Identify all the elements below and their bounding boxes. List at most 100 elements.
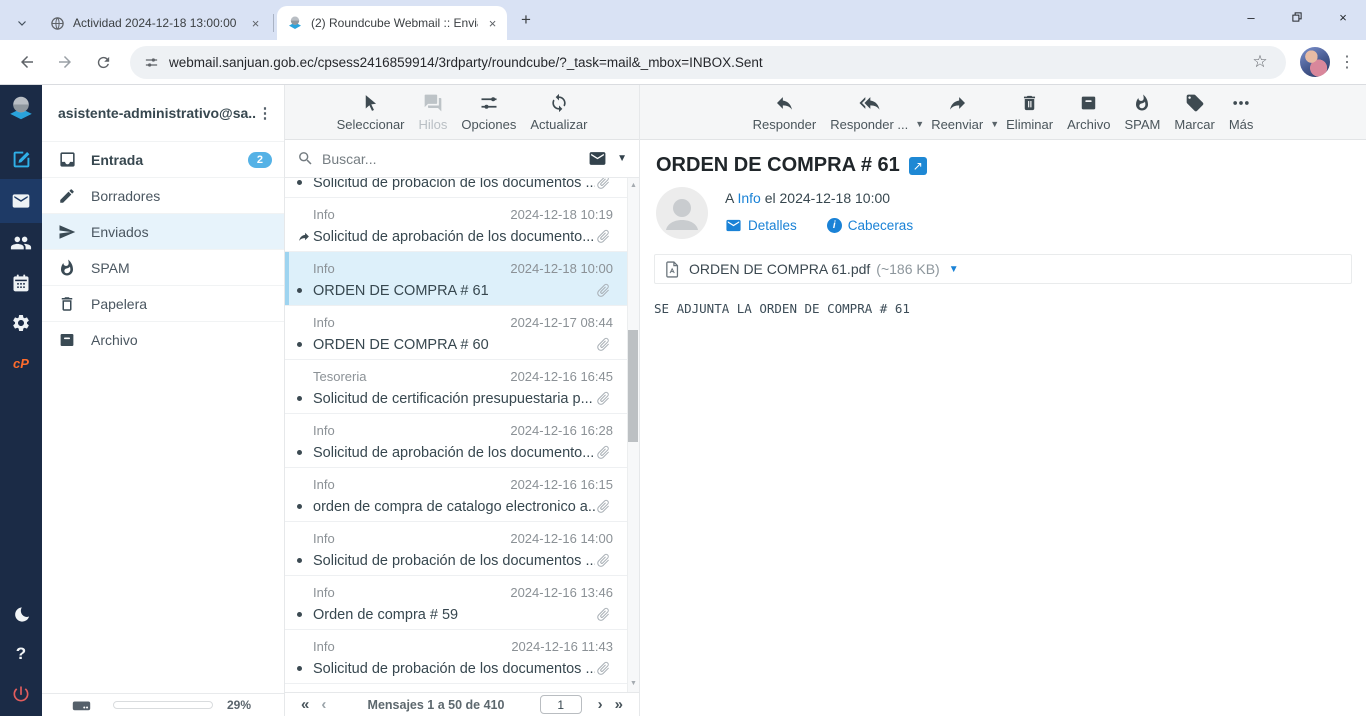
sidebar-item-enviados[interactable]: Enviados: [42, 213, 284, 249]
mark-button[interactable]: Marcar: [1167, 93, 1221, 132]
first-page-button[interactable]: «: [295, 697, 315, 712]
logout-button[interactable]: [0, 674, 42, 714]
address-bar[interactable]: webmail.sanjuan.gob.ec/cpsess2416859914/…: [130, 46, 1286, 79]
read-status-dot-icon: [297, 180, 302, 185]
list-scrollbar[interactable]: ▲ ▼: [627, 178, 639, 692]
cpanel-logo[interactable]: cP: [0, 343, 42, 383]
page-number-input[interactable]: [540, 695, 582, 714]
attachment-menu-caret-icon[interactable]: ▼: [949, 264, 959, 275]
message-list-item[interactable]: Info 2024-12-16 16:28 Solicitud de aprob…: [285, 414, 627, 468]
window-close-button[interactable]: ×: [1320, 0, 1366, 34]
message-list-item[interactable]: Info 2024-12-17 08:44 ORDEN DE COMPRA # …: [285, 306, 627, 360]
browser-menu-icon[interactable]: ⋮: [1336, 52, 1358, 72]
mail-icon: [11, 191, 31, 211]
rail-contacts-button[interactable]: [0, 223, 42, 263]
prev-page-button[interactable]: ‹: [315, 697, 332, 712]
details-link[interactable]: Detalles: [725, 217, 797, 234]
sidebar-item-borradores[interactable]: Borradores: [42, 177, 284, 213]
open-in-new-window-icon[interactable]: ↗: [909, 157, 927, 175]
reply-all-button[interactable]: Responder ...: [823, 93, 915, 132]
flame-icon: [1133, 93, 1151, 113]
scroll-up-icon[interactable]: ▲: [630, 178, 637, 192]
dark-mode-button[interactable]: [0, 594, 42, 634]
unread-badge: 2: [248, 152, 272, 168]
browser-tab-2-active[interactable]: (2) Roundcube Webmail :: Envia ×: [277, 6, 507, 40]
options-button[interactable]: Opciones: [454, 93, 523, 132]
sidebar-item-papelera[interactable]: Papelera: [42, 285, 284, 321]
message-list-panel: Seleccionar Hilos Opciones Actualizar ▼: [285, 85, 640, 716]
scrollbar-thumb[interactable]: [628, 330, 638, 442]
rail-mail-button[interactable]: [0, 179, 42, 223]
refresh-button[interactable]: Actualizar: [523, 93, 594, 132]
message-subject: ORDEN DE COMPRA # 60: [313, 337, 595, 353]
sidebar-item-archivo[interactable]: Archivo: [42, 321, 284, 357]
message-list-item[interactable]: Info 2024-12-16 13:46 Orden de compra # …: [285, 576, 627, 630]
new-tab-button[interactable]: +: [513, 7, 539, 33]
rail-calendar-button[interactable]: [0, 263, 42, 303]
window-minimize-button[interactable]: –: [1228, 0, 1274, 34]
sender-avatar: [656, 187, 708, 239]
reply-button[interactable]: Responder: [746, 93, 824, 132]
folder-label: Borradores: [91, 188, 272, 204]
select-button[interactable]: Seleccionar: [330, 93, 412, 132]
quota-percent: 29%: [227, 698, 251, 712]
window-restore-button[interactable]: [1274, 0, 1320, 34]
reply-all-caret-icon[interactable]: ▼: [915, 119, 924, 129]
refresh-icon: [549, 93, 569, 113]
search-bar: ▼: [285, 140, 639, 178]
tab-close-icon[interactable]: ×: [247, 15, 264, 32]
attachment-row[interactable]: ORDEN DE COMPRA 61.pdf (~186 KB) ▼: [654, 254, 1352, 284]
moon-icon: [12, 605, 31, 624]
scroll-down-icon[interactable]: ▼: [630, 676, 637, 690]
bookmark-star-icon[interactable]: ☆: [1248, 52, 1272, 72]
search-options-caret-icon[interactable]: ▼: [617, 153, 627, 164]
message-list-item[interactable]: Info 2024-12-16 11:43 Solicitud de proba…: [285, 630, 627, 684]
reply-icon: [774, 93, 795, 113]
tab-close-icon[interactable]: ×: [484, 15, 501, 32]
compose-button[interactable]: [0, 139, 42, 179]
search-input[interactable]: [322, 151, 582, 167]
message-list-item[interactable]: Info 2024-12-16 10:19: [285, 684, 627, 692]
message-list-item[interactable]: Info 2024-12-18 10:00 ORDEN DE COMPRA # …: [285, 252, 627, 306]
paperclip-icon: [592, 440, 616, 464]
recipient-link[interactable]: Info: [737, 190, 760, 206]
message-list-item[interactable]: Info 2024-12-18 10:19 Solicitud de aprob…: [285, 198, 627, 252]
spam-button[interactable]: SPAM: [1117, 93, 1167, 132]
help-button[interactable]: ?: [0, 634, 42, 674]
message-date: 2024-12-16 16:45: [510, 369, 613, 384]
message-toolbar: Responder Responder ... ▼ Reenviar ▼ Eli…: [640, 85, 1366, 140]
reload-button[interactable]: [86, 45, 120, 79]
browser-tab-1[interactable]: Actividad 2024-12-18 13:00:00 ×: [40, 6, 270, 40]
search-scope-mail-icon[interactable]: [588, 149, 607, 168]
site-settings-icon[interactable]: [144, 55, 159, 70]
back-button[interactable]: [10, 45, 44, 79]
read-status-dot-icon: [297, 450, 302, 455]
forward-button-mail[interactable]: Reenviar: [924, 93, 990, 132]
message-sender: Info: [313, 207, 335, 222]
message-list-item[interactable]: Info 2024-12-16 14:00 Solicitud de proba…: [285, 522, 627, 576]
message-list-item[interactable]: Solicitud de probación de los documentos…: [285, 178, 627, 198]
account-menu-icon[interactable]: ⋮: [256, 104, 274, 122]
attachment-name[interactable]: ORDEN DE COMPRA 61.pdf: [689, 261, 870, 277]
forward-caret-icon[interactable]: ▼: [990, 119, 999, 129]
headers-link[interactable]: i Cabeceras: [827, 218, 913, 233]
compose-icon: [11, 149, 32, 170]
browser-profile-avatar[interactable]: [1300, 47, 1330, 77]
next-page-button[interactable]: ›: [592, 697, 609, 712]
message-list-item[interactable]: Tesoreria 2024-12-16 16:45 Solicitud de …: [285, 360, 627, 414]
url-text[interactable]: webmail.sanjuan.gob.ec/cpsess2416859914/…: [169, 55, 1248, 70]
sidebar-item-entrada[interactable]: Entrada 2: [42, 141, 284, 177]
sidebar-item-spam[interactable]: SPAM: [42, 249, 284, 285]
forward-button[interactable]: [48, 45, 82, 79]
rail-settings-button[interactable]: [0, 303, 42, 343]
archive-button[interactable]: Archivo: [1060, 93, 1117, 132]
message-list-item[interactable]: Info 2024-12-16 16:15 orden de compra de…: [285, 468, 627, 522]
read-status-dot-icon: [297, 504, 302, 509]
tab-title: (2) Roundcube Webmail :: Envia: [311, 16, 478, 30]
delete-button[interactable]: Eliminar: [999, 93, 1060, 132]
more-button[interactable]: Más: [1222, 93, 1261, 132]
threads-button[interactable]: Hilos: [412, 93, 455, 132]
gear-icon: [11, 313, 31, 333]
last-page-button[interactable]: »: [609, 697, 629, 712]
tab-search-button[interactable]: [8, 12, 36, 34]
